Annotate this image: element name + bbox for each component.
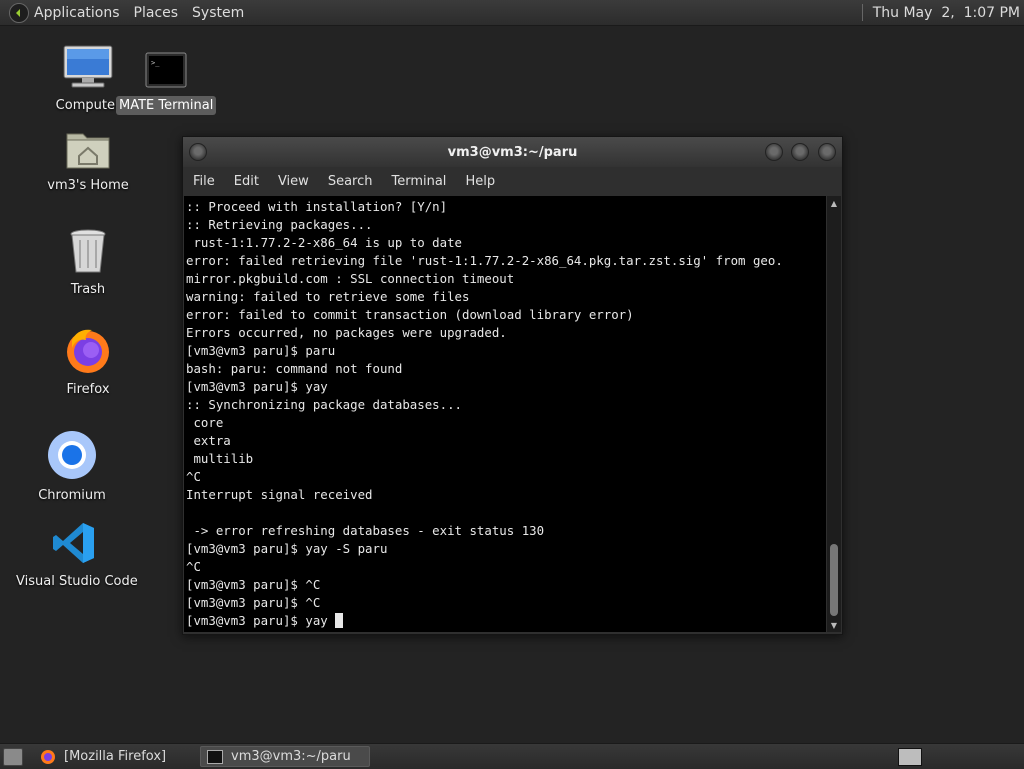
terminal-line: warning: failed to retrieve some files <box>186 289 470 304</box>
menu-file[interactable]: File <box>193 174 215 189</box>
taskbar-item-firefox[interactable]: [Mozilla Firefox] <box>34 746 194 767</box>
terminal-line: :: Retrieving packages... <box>186 217 373 232</box>
taskbar-item-terminal[interactable]: vm3@vm3:~/paru <box>200 746 370 767</box>
taskbar-item-label: vm3@vm3:~/paru <box>231 749 351 764</box>
firefox-icon <box>41 749 55 764</box>
terminal-line: rust-1:1.77.2-2-x86_64 is up to date <box>186 235 463 250</box>
scroll-down-arrow-icon[interactable]: ▼ <box>827 618 841 632</box>
terminal-line: Interrupt signal received <box>186 487 373 502</box>
svg-text:>_: >_ <box>151 59 160 67</box>
system-menu[interactable]: System <box>192 5 244 21</box>
text-cursor <box>335 613 344 628</box>
trash-icon <box>70 229 106 273</box>
menu-terminal[interactable]: Terminal <box>391 174 446 189</box>
desktop-icon-home[interactable]: vm3's Home <box>44 128 132 193</box>
show-desktop-button[interactable] <box>3 748 23 766</box>
desktop-icon-label: vm3's Home <box>47 178 129 193</box>
terminal-line: :: Proceed with installation? [Y/n] <box>186 199 448 214</box>
desktop-icon-mate-terminal[interactable]: >_ MATE Terminal <box>116 52 216 115</box>
terminal-line: Errors occurred, no packages were upgrad… <box>186 325 507 340</box>
vscode-icon <box>53 523 94 563</box>
applications-menu[interactable]: Applications <box>34 5 120 21</box>
menu-search[interactable]: Search <box>328 174 373 189</box>
terminal-line: [vm3@vm3 paru]$ ^C <box>186 577 321 592</box>
menu-view[interactable]: View <box>278 174 309 189</box>
desktop-icon-firefox[interactable]: Firefox <box>52 326 124 397</box>
places-menu[interactable]: Places <box>134 5 179 21</box>
terminal-line: multilib <box>186 451 254 466</box>
firefox-icon <box>67 329 109 373</box>
desktop-icon-label: Trash <box>70 282 106 297</box>
scroll-up-arrow-icon[interactable]: ▲ <box>827 196 841 210</box>
maximize-button[interactable] <box>791 143 809 161</box>
terminal-line: [vm3@vm3 paru]$ yay <box>186 379 328 394</box>
desktop-icon-computer[interactable]: Computer <box>52 44 124 113</box>
scroll-thumb[interactable] <box>830 544 838 616</box>
vertical-scrollbar[interactable]: ▲ ▼ <box>827 196 841 632</box>
clock-area: Thu May 2, 1:07 PM <box>861 0 1024 25</box>
terminal-line: error: failed retrieving file 'rust-1:1.… <box>186 253 783 268</box>
menu-edit[interactable]: Edit <box>234 174 259 189</box>
panel-separator <box>861 4 863 21</box>
desktop-icon-label: Firefox <box>66 382 110 397</box>
prompt-text: [vm3@vm3 paru]$ yay <box>186 613 336 628</box>
terminal-line: [vm3@vm3 paru]$ yay -S paru <box>186 541 388 556</box>
terminal-icon <box>207 749 223 764</box>
menu-help[interactable]: Help <box>465 174 495 189</box>
desktop-icon-trash[interactable]: Trash <box>52 228 124 297</box>
terminal-menubar: File Edit View Search Terminal Help <box>183 167 842 196</box>
terminal-line: [vm3@vm3 paru]$ paru <box>186 343 336 358</box>
desktop-icon-vscode[interactable]: Visual Studio Code <box>16 520 138 589</box>
terminal-line: core <box>186 415 224 430</box>
window-menu-button[interactable] <box>189 143 207 161</box>
terminal-line: error: failed to commit transaction (dow… <box>186 307 634 322</box>
bottom-panel: [Mozilla Firefox] vm3@vm3:~/paru <box>0 743 1024 769</box>
terminal-output[interactable]: :: Proceed with installation? [Y/n] :: R… <box>184 196 826 632</box>
terminal-line: [vm3@vm3 paru]$ ^C <box>186 595 321 610</box>
taskbar-item-label: [Mozilla Firefox] <box>64 749 167 764</box>
desktop-icon-chromium[interactable]: Chromium <box>36 430 108 503</box>
terminal-line: :: Synchronizing package databases... <box>186 397 463 412</box>
terminal-line: extra <box>186 433 231 448</box>
window-title: vm3@vm3:~/paru <box>447 144 578 160</box>
terminal-line: ^C <box>186 469 201 484</box>
desktop-icon-label: MATE Terminal <box>116 96 216 115</box>
terminal-icon: >_ <box>145 52 187 88</box>
window-titlebar[interactable]: vm3@vm3:~/paru <box>183 137 842 167</box>
terminal-line: bash: paru: command not found <box>186 361 403 376</box>
terminal-prompt-line[interactable]: [vm3@vm3 paru]$ yay <box>184 612 826 630</box>
terminal-line: mirror.pkgbuild.com : SSL connection tim… <box>186 271 515 286</box>
desktop-icon-label: Computer <box>55 98 121 113</box>
top-panel: Applications Places System Thu May 2, 1:… <box>0 0 1024 26</box>
desktop-icon-label: Visual Studio Code <box>16 574 138 589</box>
clock[interactable]: Thu May 2, 1:07 PM <box>873 5 1020 21</box>
desktop-icon-label: Chromium <box>38 488 106 503</box>
computer-icon <box>63 45 113 88</box>
mate-logo-icon[interactable] <box>9 2 29 23</box>
workspace-switcher[interactable] <box>898 748 922 766</box>
terminal-line: ^C <box>186 559 201 574</box>
terminal-window[interactable]: vm3@vm3:~/paru File Edit View Search Ter… <box>182 136 843 635</box>
minimize-button[interactable] <box>765 143 783 161</box>
home-folder-icon <box>66 133 110 169</box>
terminal-line: -> error refreshing databases - exit sta… <box>186 523 545 538</box>
close-button[interactable] <box>818 143 836 161</box>
chromium-icon <box>48 431 96 479</box>
